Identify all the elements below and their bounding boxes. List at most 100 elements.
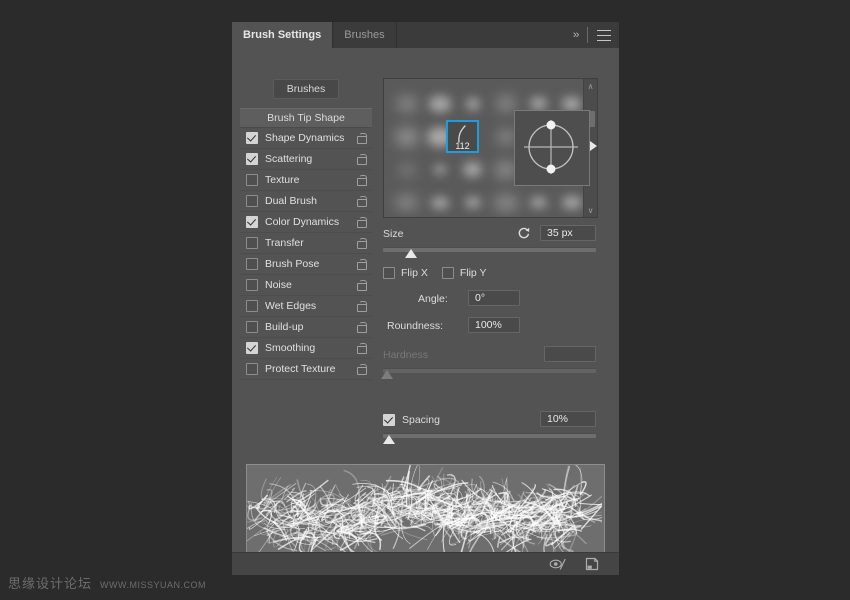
panel-menu-icon[interactable] — [597, 30, 611, 41]
brush-option-label: Texture — [265, 174, 357, 186]
brush-option-row[interactable]: Build-up — [240, 317, 372, 338]
brush-thumbnail[interactable] — [463, 162, 482, 177]
panel-footer — [232, 552, 619, 575]
tab-brushes[interactable]: Brushes — [333, 22, 396, 48]
scroll-down-icon[interactable]: ∨ — [584, 204, 597, 216]
toggle-live-tip-preview-icon[interactable] — [549, 556, 567, 572]
brush-option-checkbox[interactable] — [246, 153, 258, 165]
spacing-value-field[interactable]: 10% — [540, 411, 596, 427]
flip-x-label: Flip X — [401, 267, 428, 279]
brush-thumbnail[interactable] — [434, 165, 446, 174]
tab-brush-settings[interactable]: Brush Settings — [232, 22, 333, 48]
brush-option-checkbox[interactable] — [246, 195, 258, 207]
angle-roundness-widget[interactable] — [514, 110, 590, 186]
spacing-checkbox[interactable] — [383, 414, 395, 426]
reset-arrow-icon[interactable] — [517, 226, 531, 240]
brush-option-row[interactable]: Smoothing — [240, 338, 372, 359]
brush-option-label: Shape Dynamics — [265, 132, 357, 144]
brush-thumbnail[interactable] — [465, 197, 481, 208]
lock-icon[interactable] — [357, 175, 366, 186]
brush-tip-controls: Size 35 px Flip X — [383, 224, 596, 445]
brush-option-row[interactable]: Shape Dynamics — [240, 128, 372, 149]
brush-thumbnail[interactable] — [498, 130, 514, 144]
brush-option-checkbox[interactable] — [246, 363, 258, 375]
brush-option-checkbox[interactable] — [246, 279, 258, 291]
angle-pointer-icon[interactable] — [589, 140, 598, 152]
hardness-value-field — [544, 346, 596, 362]
lock-icon[interactable] — [357, 133, 366, 144]
brush-option-checkbox[interactable] — [246, 342, 258, 354]
brush-thumbnail[interactable] — [397, 97, 417, 111]
brush-option-checkbox[interactable] — [246, 132, 258, 144]
brush-thumbnail[interactable] — [562, 196, 582, 209]
brush-option-list: Brush Tip Shape Shape Dynamics Scattering… — [240, 108, 372, 380]
lock-icon[interactable] — [357, 343, 366, 354]
scroll-up-icon[interactable]: ∧ — [584, 80, 597, 92]
brush-thumbnail[interactable] — [494, 196, 518, 210]
lock-icon[interactable] — [357, 217, 366, 228]
brush-option-checkbox[interactable] — [246, 174, 258, 186]
size-slider[interactable] — [383, 245, 596, 259]
tab-bar-divider — [587, 27, 588, 43]
selected-brush-size-label: 112 — [448, 141, 477, 151]
brush-thumbnail[interactable] — [431, 197, 449, 209]
size-label: Size — [383, 228, 403, 240]
lock-icon[interactable] — [357, 301, 366, 312]
lock-icon[interactable] — [357, 322, 366, 333]
lock-icon[interactable] — [357, 238, 366, 249]
hardness-slider — [383, 366, 596, 380]
tab-brushes-label: Brushes — [344, 29, 384, 41]
tab-bar-spacer — [397, 22, 573, 48]
brush-thumbnail[interactable] — [497, 96, 515, 111]
angle-value-field[interactable]: 0° — [468, 290, 520, 306]
size-value: 35 px — [547, 227, 573, 239]
brushes-button[interactable]: Brushes — [273, 79, 339, 99]
flip-x-checkbox[interactable] — [383, 267, 395, 279]
chevron-double-right-icon[interactable]: » — [573, 29, 579, 41]
brush-tip-shape-header[interactable]: Brush Tip Shape — [240, 108, 372, 128]
angle-label: Angle: — [418, 293, 448, 305]
brush-thumbnail[interactable] — [429, 96, 451, 112]
spacing-slider-thumb[interactable] — [383, 435, 395, 444]
screenshot-root: Brush Settings Brushes » Brushes Brush T… — [0, 0, 850, 600]
lock-icon[interactable] — [357, 259, 366, 270]
brush-option-checkbox[interactable] — [246, 321, 258, 333]
brush-option-row[interactable]: Dual Brush — [240, 191, 372, 212]
brush-option-row[interactable]: Scattering — [240, 149, 372, 170]
brush-option-row[interactable]: Transfer — [240, 233, 372, 254]
brush-thumbnail[interactable] — [466, 98, 480, 110]
create-new-brush-icon[interactable] — [583, 556, 601, 572]
brush-option-row[interactable]: Brush Pose — [240, 254, 372, 275]
brush-option-row[interactable]: Texture — [240, 170, 372, 191]
brush-option-label: Build-up — [265, 321, 357, 333]
brush-option-checkbox[interactable] — [246, 300, 258, 312]
size-slider-thumb[interactable] — [405, 249, 417, 258]
brush-option-checkbox[interactable] — [246, 258, 258, 270]
brush-thumbnail[interactable] — [562, 97, 581, 111]
brush-option-row[interactable]: Wet Edges — [240, 296, 372, 317]
brush-thumbnail[interactable] — [395, 196, 418, 209]
brush-option-label: Dual Brush — [265, 195, 357, 207]
brush-option-label: Transfer — [265, 237, 357, 249]
size-value-field[interactable]: 35 px — [540, 225, 596, 241]
selected-brush-thumbnail[interactable]: 112 — [446, 120, 479, 153]
brush-thumbnail[interactable] — [530, 197, 547, 208]
lock-icon[interactable] — [357, 364, 366, 375]
roundness-value-field[interactable]: 100% — [468, 317, 520, 333]
brush-option-checkbox[interactable] — [246, 237, 258, 249]
brush-option-label: Wet Edges — [265, 300, 357, 312]
lock-icon[interactable] — [357, 154, 366, 165]
brush-option-row[interactable]: Protect Texture — [240, 359, 372, 380]
lock-icon[interactable] — [357, 196, 366, 207]
brush-thumbnail[interactable] — [530, 97, 547, 110]
spacing-slider[interactable] — [383, 431, 596, 445]
brush-thumbnail[interactable] — [395, 128, 419, 146]
brush-option-checkbox[interactable] — [246, 216, 258, 228]
flip-y-checkbox[interactable] — [442, 267, 454, 279]
angle-dial-icon[interactable] — [515, 111, 587, 183]
brush-option-row[interactable]: Color Dynamics — [240, 212, 372, 233]
lock-icon[interactable] — [357, 280, 366, 291]
brush-option-row[interactable]: Noise — [240, 275, 372, 296]
brush-thumbnail[interactable] — [400, 165, 414, 175]
brush-thumbnail[interactable] — [495, 162, 516, 178]
